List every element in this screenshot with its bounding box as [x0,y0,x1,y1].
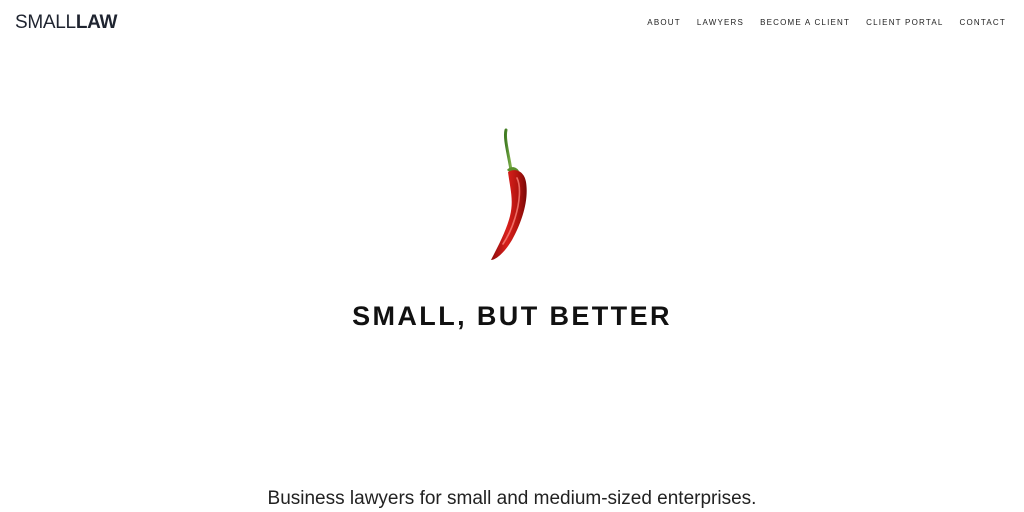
logo-light-text: SMALL [15,12,76,33]
chili-pepper-icon [470,126,550,266]
hero-headline: SMALL, BUT BETTER [352,301,672,331]
logo[interactable]: SMALLLAW [15,12,117,34]
hero-subline: Business lawyers for small and medium-si… [267,488,757,509]
nav-become-a-client[interactable]: BECOME A CLIENT [752,17,858,29]
nav-contact[interactable]: CONTACT [952,17,1014,29]
nav-about[interactable]: ABOUT [639,17,689,29]
main-nav: ABOUT LAWYERS BECOME A CLIENT CLIENT POR… [639,17,1014,29]
nav-lawyers[interactable]: LAWYERS [689,17,752,29]
logo-bold-text: LAW [75,12,118,33]
nav-client-portal[interactable]: CLIENT PORTAL [858,17,951,29]
site-header: SMALLLAW ABOUT LAWYERS BECOME A CLIENT C… [0,0,1024,46]
